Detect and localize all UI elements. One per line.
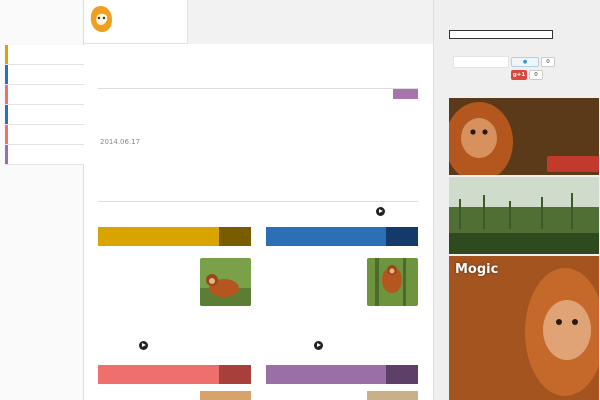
nav-item-3[interactable] [5, 85, 84, 105]
nav-accent-bar [5, 105, 8, 124]
card-list-tab[interactable] [386, 227, 418, 246]
play-circle-icon [139, 341, 148, 350]
play-circle-icon [376, 207, 385, 216]
npo-banner[interactable] [449, 177, 599, 254]
card-header[interactable] [266, 227, 418, 246]
orangutan-thumbnail[interactable] [200, 258, 251, 306]
main-content [84, 44, 433, 400]
mogic-logo: Mogic [455, 262, 499, 277]
card-body [98, 278, 198, 318]
orangutan-thumbnail[interactable] [367, 391, 418, 400]
nav-accent-bar [5, 85, 8, 104]
twitter-bird-icon: ● [522, 59, 528, 65]
donation-banner[interactable] [449, 98, 599, 175]
post-date: 2014.06.17 [100, 138, 141, 146]
details-button[interactable] [547, 156, 599, 172]
card-list-tab[interactable] [219, 365, 251, 384]
divider [98, 88, 418, 89]
twitter-count: 0 [541, 57, 555, 67]
read-more-link[interactable] [376, 207, 388, 217]
card-header[interactable] [98, 365, 251, 384]
search-input[interactable] [449, 30, 553, 39]
nav-accent-bar [5, 145, 8, 164]
nav-item-5[interactable] [5, 125, 84, 145]
card-header[interactable] [98, 227, 251, 246]
orangutan-logo-icon [90, 6, 112, 32]
card-body [266, 278, 366, 326]
category-tag[interactable] [393, 89, 418, 99]
divider [98, 201, 418, 202]
nav-accent-bar [5, 125, 8, 144]
orangutan-thumbnail[interactable] [200, 391, 251, 400]
nav-item-6[interactable] [5, 145, 84, 165]
play-circle-icon [314, 341, 323, 350]
twitter-button[interactable]: ● [511, 57, 539, 67]
card-list-tab[interactable] [219, 227, 251, 246]
social-share: ● 0 g+1 0 [449, 55, 599, 81]
orangutan-photo [449, 256, 599, 400]
nav-accent-bar [5, 65, 8, 84]
card-more-link[interactable] [314, 341, 326, 351]
nav-item-4[interactable] [5, 105, 84, 125]
card-header[interactable] [266, 365, 418, 384]
nav-accent-bar [5, 45, 8, 64]
card-more-link[interactable] [139, 341, 151, 351]
nav-item-2[interactable] [5, 65, 84, 85]
google-plus-button[interactable]: g+1 [511, 70, 527, 80]
forest-photo [449, 177, 599, 254]
card-list-tab[interactable] [386, 365, 418, 384]
google-plus-count: 0 [529, 70, 543, 80]
orangutan-thumbnail[interactable] [367, 258, 418, 306]
mogic-banner[interactable]: Mogic [449, 256, 599, 400]
facebook-like-placeholder[interactable] [453, 56, 509, 68]
nav-item-1[interactable] [5, 45, 84, 65]
